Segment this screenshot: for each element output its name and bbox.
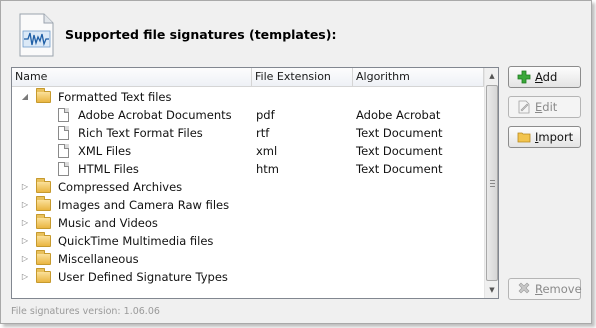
edit-document-icon [518, 100, 530, 114]
file-extension-cell: htm [256, 162, 279, 176]
add-button-label-mnemonic: A [535, 70, 543, 84]
collapse-arrow-icon[interactable]: ◢ [21, 93, 29, 101]
document-icon [58, 144, 69, 158]
tree-folder-row[interactable]: ▷ Miscellaneous [12, 250, 484, 268]
column-algorithm[interactable]: Algorithm [353, 68, 484, 87]
expand-arrow-icon[interactable]: ▷ [21, 183, 29, 191]
file-extension-cell: pdf [256, 108, 275, 122]
folder-icon [517, 132, 531, 143]
signature-tree-list[interactable]: Name File Extension Algorithm ◢ Formatted… [11, 67, 499, 299]
tree-item-name: XML Files [78, 144, 132, 158]
add-button[interactable]: Add [508, 66, 581, 88]
document-icon [58, 108, 69, 122]
page-title: Supported file signatures (templates): [65, 27, 337, 42]
remove-button-label: emove [542, 282, 582, 296]
tree-item-name: HTML Files [78, 162, 139, 176]
tree-file-row[interactable]: HTML Files htm Text Document [12, 160, 484, 178]
folder-icon [36, 88, 51, 103]
tree-folder-row[interactable]: ▷ Compressed Archives [12, 178, 484, 196]
scroll-up-arrow[interactable]: ▲ [485, 68, 499, 84]
tree-rows: ◢ Formatted Text files Adobe Acrobat Docum… [12, 88, 484, 286]
column-name[interactable]: Name [12, 68, 252, 87]
document-icon [58, 126, 69, 140]
algorithm-cell: Text Document [356, 126, 443, 140]
folder-icon [36, 232, 51, 247]
tree-file-row[interactable]: Adobe Acrobat Documents pdf Adobe Acrobat [12, 106, 484, 124]
tree-folder-row[interactable]: ▷ Images and Camera Raw files [12, 196, 484, 214]
folder-icon [36, 196, 51, 211]
file-extension-cell: xml [256, 144, 278, 158]
document-icon [58, 162, 69, 176]
tree-item-name: Compressed Archives [58, 180, 183, 194]
tree-file-row[interactable]: XML Files xml Text Document [12, 142, 484, 160]
tree-item-name: Rich Text Format Files [78, 126, 203, 140]
tree-folder-row[interactable]: ▷ QuickTime Multimedia files [12, 232, 484, 250]
tree-item-name: Music and Videos [58, 216, 158, 230]
folder-icon [36, 268, 51, 283]
algorithm-cell: Adobe Acrobat [356, 108, 441, 122]
tree-item-name: User Defined Signature Types [58, 270, 228, 284]
green-plus-icon [517, 70, 531, 84]
algorithm-cell: Text Document [356, 162, 443, 176]
signatures-version-text: File signatures version: 1.06.06 [11, 306, 160, 317]
vertical-scrollbar[interactable]: ▲ ▼ [484, 68, 498, 298]
tree-item-name: Formatted Text files [58, 90, 172, 104]
tree-item-name: Miscellaneous [58, 252, 139, 266]
tree-folder-row[interactable]: ▷ Music and Videos [12, 214, 484, 232]
add-button-label: dd [542, 70, 558, 84]
folder-icon [36, 250, 51, 265]
import-button-label: mport [538, 130, 574, 144]
column-header: Name File Extension Algorithm [12, 68, 484, 87]
tree-item-name: QuickTime Multimedia files [58, 234, 214, 248]
scroll-down-arrow[interactable]: ▼ [485, 282, 499, 298]
file-extension-cell: rtf [256, 126, 270, 140]
file-signature-waveform-icon [19, 13, 54, 57]
import-button[interactable]: Import [508, 126, 581, 148]
expand-arrow-icon[interactable]: ▷ [21, 237, 29, 245]
tree-file-row[interactable]: Rich Text Format Files rtf Text Document [12, 124, 484, 142]
edit-button[interactable]: Edit [508, 96, 581, 118]
expand-arrow-icon[interactable]: ▷ [21, 273, 29, 281]
folder-icon [36, 214, 51, 229]
remove-x-icon [518, 282, 530, 294]
tree-item-name: Adobe Acrobat Documents [78, 108, 232, 122]
column-file-extension[interactable]: File Extension [252, 68, 353, 87]
file-signatures-window: Supported file signatures (templates): N… [0, 0, 592, 324]
tree-item-name: Images and Camera Raw files [58, 198, 230, 212]
tree-folder-row[interactable]: ◢ Formatted Text files [12, 88, 484, 106]
algorithm-cell: Text Document [356, 144, 443, 158]
folder-icon [36, 178, 51, 193]
expand-arrow-icon[interactable]: ▷ [21, 201, 29, 209]
edit-button-label: dit [542, 100, 558, 114]
expand-arrow-icon[interactable]: ▷ [21, 255, 29, 263]
expand-arrow-icon[interactable]: ▷ [21, 219, 29, 227]
scroll-thumb[interactable] [486, 85, 498, 281]
tree-folder-row[interactable]: ▷ User Defined Signature Types [12, 268, 484, 286]
remove-button[interactable]: Remove [508, 278, 582, 300]
